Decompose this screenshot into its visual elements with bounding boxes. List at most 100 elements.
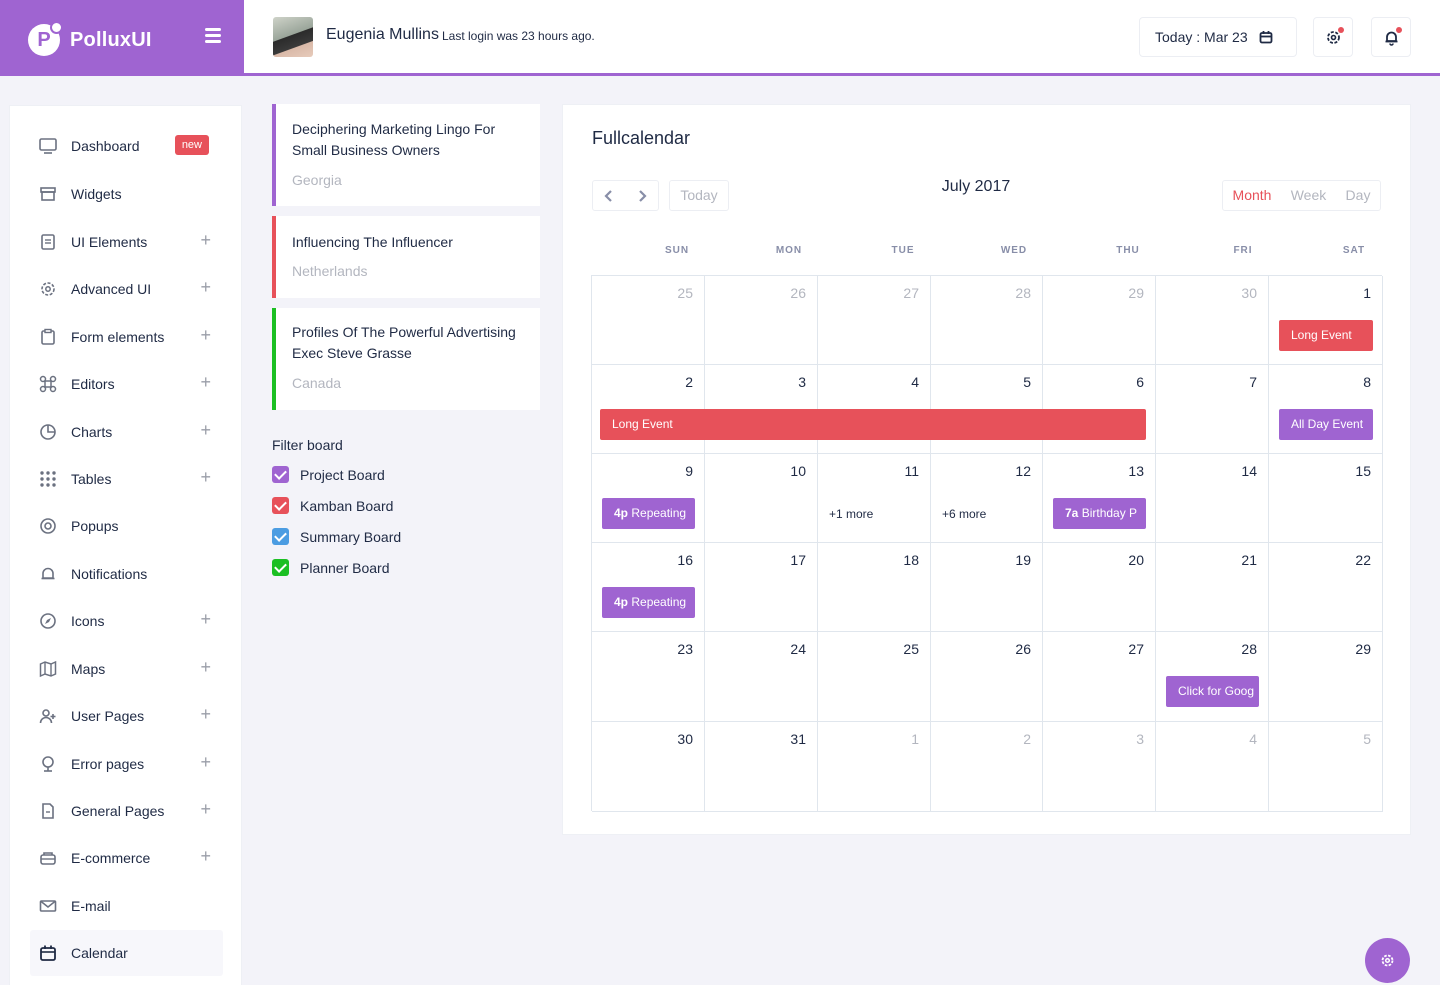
sidebar-item-dashboard[interactable]: Dashboard new	[30, 123, 223, 169]
calendar-event[interactable]: All Day Event	[1279, 409, 1373, 440]
sidebar-item-e-commerce[interactable]: E-commerce +	[30, 835, 223, 881]
day-number[interactable]: 22	[1355, 552, 1371, 568]
day-cell[interactable]: 11	[818, 454, 931, 543]
day-cell[interactable]: 21	[1156, 543, 1269, 632]
brand-logo[interactable]: P	[28, 21, 63, 56]
view-month-button[interactable]: Month	[1223, 181, 1281, 210]
day-cell[interactable]: 15	[1269, 454, 1383, 543]
day-cell[interactable]: 25	[818, 632, 931, 722]
day-number[interactable]: 23	[677, 641, 693, 657]
filter-kamban-board[interactable]: Kamban Board	[272, 497, 432, 517]
day-number[interactable]: 3	[1136, 731, 1144, 747]
day-number[interactable]: 25	[677, 285, 693, 301]
day-cell[interactable]: 18	[818, 543, 931, 632]
day-cell[interactable]: 30	[1156, 276, 1269, 365]
day-number[interactable]: 16	[677, 552, 693, 568]
day-number[interactable]: 1	[1363, 285, 1371, 301]
settings-button[interactable]	[1313, 17, 1353, 57]
day-number[interactable]: 24	[790, 641, 806, 657]
sidebar-item-advanced-ui[interactable]: Advanced UI +	[30, 266, 223, 312]
calendar-event[interactable]: 4p Repeating	[602, 498, 695, 529]
day-number[interactable]: 30	[677, 731, 693, 747]
day-number[interactable]: 19	[1015, 552, 1031, 568]
sidebar-item-form-elements[interactable]: Form elements +	[30, 314, 223, 360]
expand-plus-icon[interactable]: +	[200, 847, 211, 865]
day-cell[interactable]: 2	[931, 722, 1043, 812]
view-week-button[interactable]: Week	[1281, 181, 1336, 210]
day-cell[interactable]: 20	[1043, 543, 1156, 632]
checkbox-checked-icon[interactable]	[272, 559, 289, 576]
settings-fab[interactable]	[1365, 938, 1410, 983]
day-cell[interactable]: 25	[592, 276, 705, 365]
date-button[interactable]: Today : Mar 23	[1139, 17, 1297, 57]
calendar-event[interactable]: 7a Birthday P	[1053, 498, 1146, 529]
day-number[interactable]: 12	[1015, 463, 1031, 479]
day-number[interactable]: 17	[790, 552, 806, 568]
sidebar-item-error-pages[interactable]: Error pages +	[30, 741, 223, 787]
day-number[interactable]: 6	[1136, 374, 1144, 390]
day-cell[interactable]: 4	[1156, 722, 1269, 812]
day-number[interactable]: 27	[1128, 641, 1144, 657]
day-number[interactable]: 29	[1128, 285, 1144, 301]
day-number[interactable]: 25	[903, 641, 919, 657]
expand-plus-icon[interactable]: +	[200, 800, 211, 818]
day-number[interactable]: 5	[1363, 731, 1371, 747]
calendar-event[interactable]: Click for Goog	[1166, 676, 1259, 707]
day-number[interactable]: 20	[1128, 552, 1144, 568]
expand-plus-icon[interactable]: +	[200, 326, 211, 344]
expand-plus-icon[interactable]: +	[200, 658, 211, 676]
day-number[interactable]: 5	[1023, 374, 1031, 390]
expand-plus-icon[interactable]: +	[200, 705, 211, 723]
day-cell[interactable]: 29	[1043, 276, 1156, 365]
day-cell[interactable]: 26	[931, 632, 1043, 722]
checkbox-checked-icon[interactable]	[272, 528, 289, 545]
day-number[interactable]: 3	[798, 374, 806, 390]
day-number[interactable]: 18	[903, 552, 919, 568]
day-number[interactable]: 28	[1241, 641, 1257, 657]
sidebar-item-e-mail[interactable]: E-mail	[30, 883, 223, 929]
board-card[interactable]: Deciphering Marketing Lingo For Small Bu…	[272, 104, 540, 206]
day-number[interactable]: 11	[904, 463, 919, 479]
calendar-event[interactable]: Long Event	[1279, 320, 1373, 351]
day-number[interactable]: 30	[1241, 285, 1257, 301]
filter-planner-board[interactable]: Planner Board	[272, 559, 432, 579]
day-number[interactable]: 15	[1355, 463, 1371, 479]
day-cell[interactable]: 31	[705, 722, 818, 812]
calendar-event[interactable]: 4p Repeating	[602, 587, 695, 618]
board-card[interactable]: Profiles Of The Powerful Advertising Exe…	[272, 308, 540, 410]
day-cell[interactable]: 28	[931, 276, 1043, 365]
sidebar-item-popups[interactable]: Popups	[30, 503, 223, 549]
calendar-event[interactable]: Long Event	[600, 409, 1146, 440]
day-cell[interactable]: 7	[1156, 365, 1269, 454]
day-number[interactable]: 29	[1355, 641, 1371, 657]
sidebar-item-user-pages[interactable]: User Pages +	[30, 693, 223, 739]
day-cell[interactable]: 3	[1043, 722, 1156, 812]
day-number[interactable]: 27	[903, 285, 919, 301]
sidebar-item-maps[interactable]: Maps +	[30, 646, 223, 692]
day-number[interactable]: 31	[790, 731, 806, 747]
sidebar-item-charts[interactable]: Charts +	[30, 409, 223, 455]
day-number[interactable]: 2	[1023, 731, 1031, 747]
menu-toggle-icon[interactable]	[205, 28, 221, 44]
day-cell[interactable]: 27	[818, 276, 931, 365]
day-number[interactable]: 26	[790, 285, 806, 301]
checkbox-checked-icon[interactable]	[272, 466, 289, 483]
filter-summary-board[interactable]: Summary Board	[272, 528, 432, 548]
notifications-button[interactable]	[1371, 17, 1411, 57]
expand-plus-icon[interactable]: +	[200, 278, 211, 296]
day-number[interactable]: 13	[1128, 463, 1144, 479]
day-number[interactable]: 28	[1015, 285, 1031, 301]
day-cell[interactable]: 17	[705, 543, 818, 632]
day-number[interactable]: 4	[1249, 731, 1257, 747]
day-cell[interactable]: 24	[705, 632, 818, 722]
board-card[interactable]: Influencing The Influencer Netherlands	[272, 216, 540, 298]
day-number[interactable]: 7	[1249, 374, 1257, 390]
expand-plus-icon[interactable]: +	[200, 610, 211, 628]
day-cell[interactable]: 23	[592, 632, 705, 722]
day-cell[interactable]: 10	[705, 454, 818, 543]
day-cell[interactable]: 22	[1269, 543, 1383, 632]
sidebar-item-general-pages[interactable]: General Pages +	[30, 788, 223, 834]
filter-project-board[interactable]: Project Board	[272, 466, 432, 486]
more-events-link[interactable]: +6 more	[942, 507, 986, 521]
day-cell[interactable]: 19	[931, 543, 1043, 632]
